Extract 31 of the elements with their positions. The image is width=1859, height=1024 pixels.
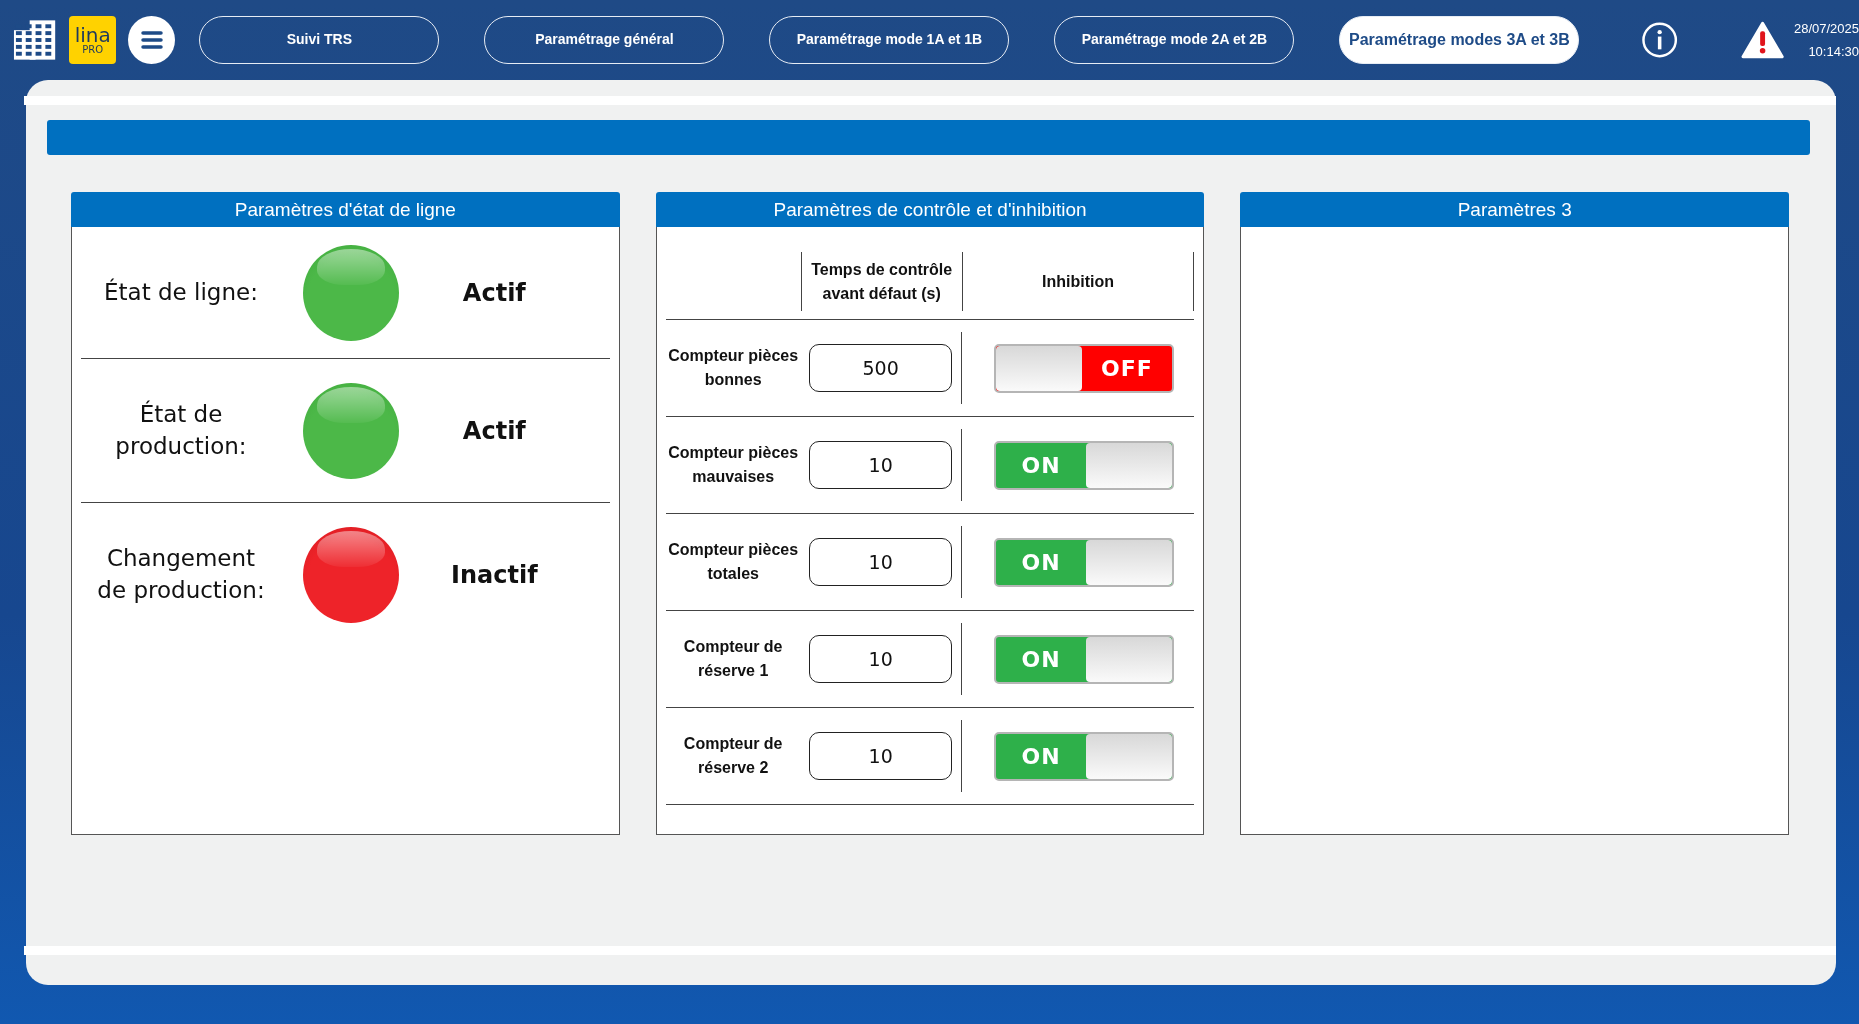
counter-label: Compteur pièces mauvaises bbox=[667, 443, 800, 487]
counter-label: Compteur pièces bonnes bbox=[667, 346, 800, 390]
status-text: Inactif bbox=[450, 560, 539, 589]
app-logo[interactable]: lina PRO bbox=[69, 16, 117, 64]
date-text: 28/07/2025 bbox=[1793, 21, 1859, 36]
menu-icon bbox=[139, 30, 164, 50]
state-label: Changement de production: bbox=[96, 544, 266, 605]
status-text: Actif bbox=[461, 416, 527, 445]
input-field[interactable]: 10 bbox=[809, 538, 953, 586]
counter-label: Compteur pièces totales bbox=[667, 540, 800, 584]
state-label: État de production: bbox=[114, 399, 248, 461]
menu-button[interactable] bbox=[128, 16, 176, 64]
buildings-icon[interactable] bbox=[12, 18, 58, 62]
column-header: Temps de contrôle avant défaut (s) bbox=[810, 259, 954, 304]
toggle-switch[interactable]: OFF bbox=[994, 343, 1174, 393]
nav-tab[interactable]: Paramétrage modes 3A et 3B bbox=[1339, 16, 1580, 64]
input-field[interactable]: 10 bbox=[809, 732, 953, 780]
input-field[interactable]: 10 bbox=[809, 635, 953, 683]
counter-label: Compteur de réserve 2 bbox=[682, 734, 784, 778]
counter-label: Compteur de réserve 1 bbox=[682, 637, 784, 681]
panel-title: Paramètres de contrôle et d'inhibition bbox=[655, 192, 1205, 227]
input-field[interactable]: 500 bbox=[809, 344, 953, 392]
info-icon[interactable] bbox=[1641, 21, 1679, 59]
panel-title: Paramètres d'état de ligne bbox=[71, 192, 620, 227]
state-label: État de ligne: bbox=[103, 277, 259, 307]
panel-title: Paramètres 3 bbox=[1240, 192, 1789, 227]
input-field[interactable]: 10 bbox=[809, 441, 953, 489]
time-text: 10:14:30 bbox=[1808, 44, 1859, 59]
status-text: Actif bbox=[461, 278, 527, 307]
warning-icon[interactable] bbox=[1740, 20, 1784, 60]
column-header: Inhibition bbox=[1042, 271, 1114, 292]
